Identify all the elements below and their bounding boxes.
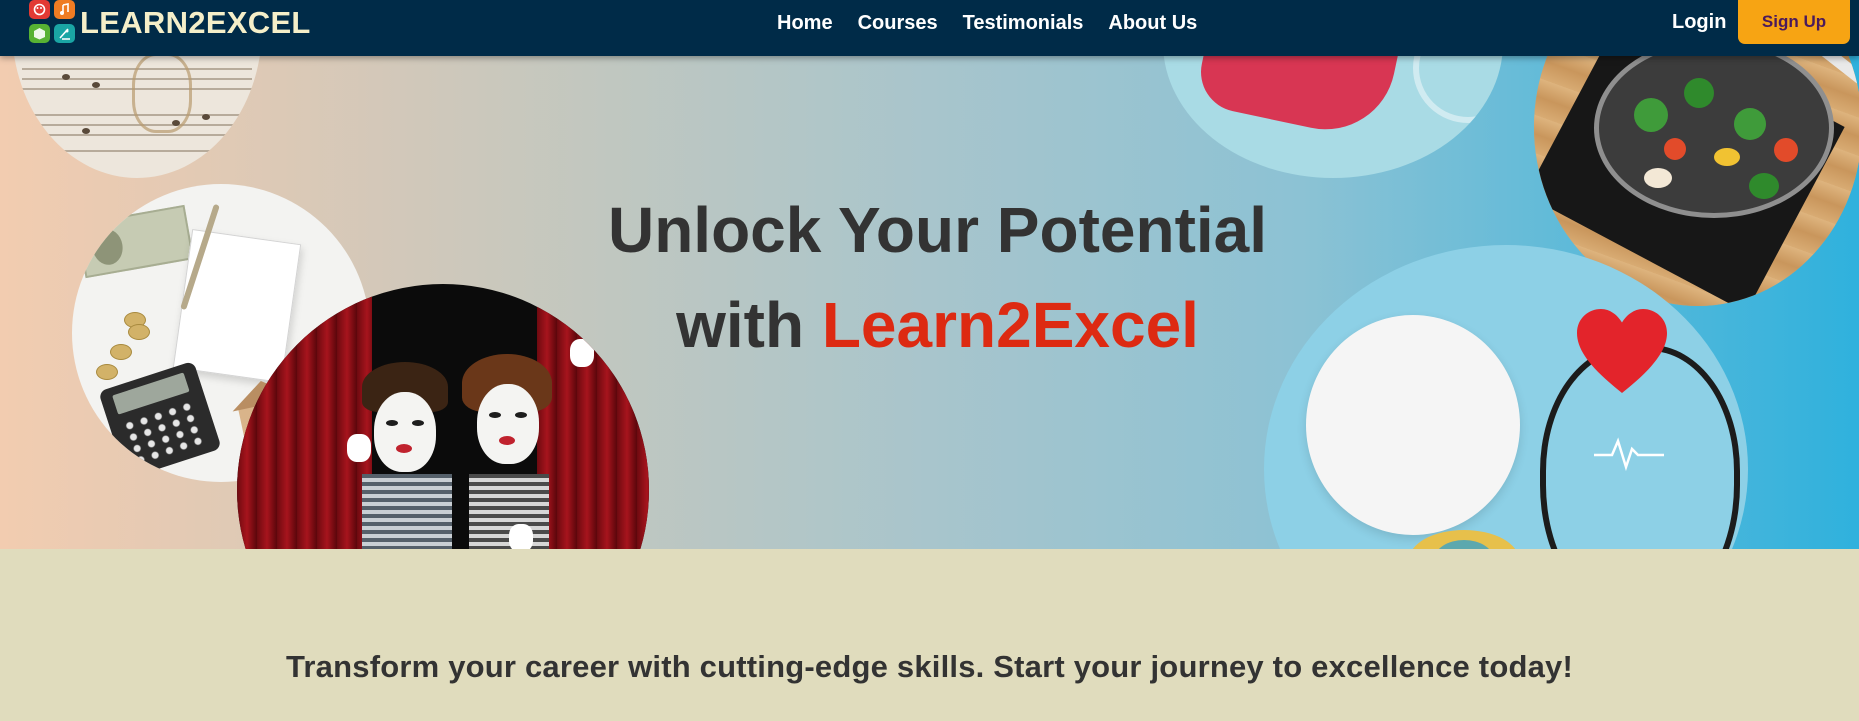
nav-about-us[interactable]: About Us [1108, 12, 1197, 35]
logo-palette-icon [29, 0, 50, 19]
hero-tagline: Transform your career with cutting-edge … [285, 649, 1574, 684]
hero-title-brand: Learn2Excel [821, 289, 1199, 361]
red-pouch-image [1163, 56, 1503, 178]
signup-button[interactable]: Sign Up [1738, 0, 1850, 44]
nav-testimonials[interactable]: Testimonials [963, 12, 1084, 35]
nav-courses[interactable]: Courses [858, 12, 938, 35]
hero-title-with: with [676, 289, 805, 361]
music-sheet-image [12, 56, 262, 178]
login-link[interactable]: Login [1672, 11, 1726, 34]
hero-title-line1: Unlock Your Potential [607, 194, 1268, 266]
nav-home[interactable]: Home [777, 12, 833, 35]
main-nav: Home Courses Testimonials About Us [777, 0, 1222, 46]
logo-science-icon [54, 24, 75, 43]
logo-mark [29, 0, 77, 46]
site-logo[interactable]: LEARN2EXCEL [29, 0, 311, 46]
heart-icon [1577, 309, 1667, 393]
logo-cube-icon [29, 24, 50, 43]
hero-title: Unlock Your Potential with Learn2Excel [500, 183, 1375, 373]
hero-banner: Unlock Your Potential with Learn2Excel [0, 56, 1859, 549]
logo-text: LEARN2EXCEL [80, 5, 311, 40]
navbar: LEARN2EXCEL Home Courses Testimonials Ab… [0, 0, 1859, 56]
logo-music-icon [54, 0, 75, 19]
